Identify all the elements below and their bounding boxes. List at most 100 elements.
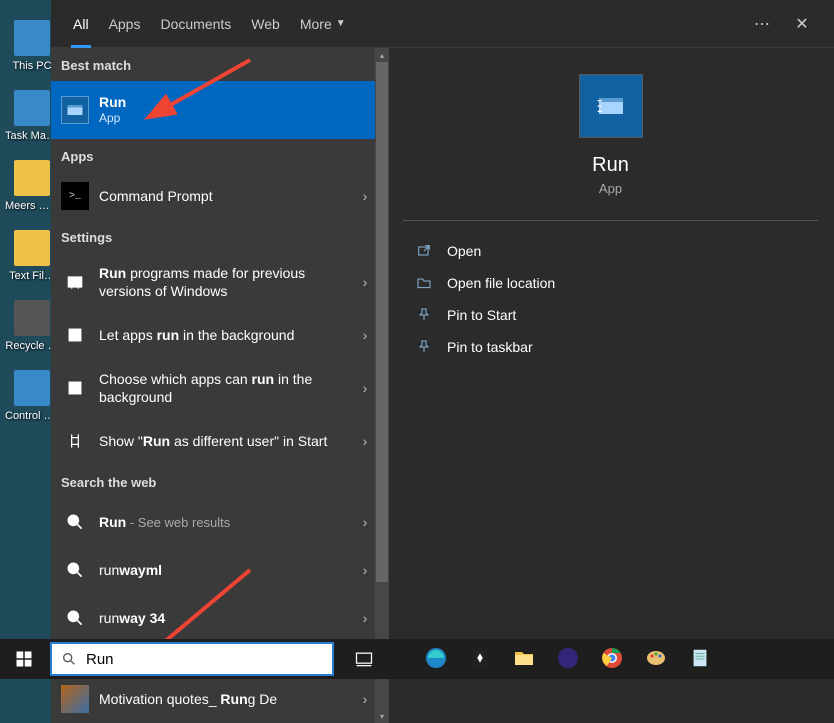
action-label: Pin to taskbar	[447, 339, 533, 355]
result-label: Command Prompt	[99, 187, 353, 205]
search-panel: All Apps Documents Web More ▼ ⋯ ✕ Best ma…	[51, 0, 834, 639]
taskbar-app-solitaire[interactable]	[458, 639, 502, 679]
result-photo[interactable]: Motivation quotes_ Rung De ›	[51, 675, 387, 723]
search-icon	[52, 651, 86, 667]
control-panel-icon	[14, 370, 50, 406]
result-setting[interactable]: Let apps run in the background ›	[51, 311, 387, 359]
scroll-down-icon[interactable]: ▾	[375, 709, 389, 723]
result-web[interactable]: runway 34 ›	[51, 594, 387, 642]
action-pin-to-start[interactable]: Pin to Start	[403, 299, 818, 331]
search-main: Best match Run App Apps >_ Command Promp…	[51, 48, 834, 723]
pin-icon	[411, 307, 437, 323]
chevron-right-icon: ›	[353, 562, 377, 578]
photo-thumbnail-icon	[61, 685, 89, 713]
search-icon	[61, 556, 89, 584]
run-app-icon	[61, 96, 89, 124]
result-label: runway 34	[99, 609, 353, 627]
desktop-icon-this-pc[interactable]: This PC	[8, 20, 56, 72]
taskbar-search[interactable]	[50, 642, 334, 676]
result-title: Run	[99, 94, 126, 110]
action-open[interactable]: Open	[403, 235, 818, 267]
action-open-file-location[interactable]: Open file location	[403, 267, 818, 299]
pin-icon	[411, 339, 437, 355]
settings-item-icon	[61, 374, 89, 402]
tab-label: Documents	[160, 16, 231, 32]
desktop-icon-folder[interactable]: Meers W…	[8, 160, 56, 212]
desktop-icon-recycle-bin[interactable]: Recycle …	[8, 300, 56, 352]
search-tabs: All Apps Documents Web More ▼ ⋯ ✕	[51, 0, 834, 48]
task-manager-icon	[14, 90, 50, 126]
chevron-right-icon: ›	[353, 380, 377, 396]
task-view-button[interactable]	[342, 639, 386, 679]
tab-apps[interactable]: Apps	[99, 0, 151, 48]
section-best-match: Best match	[51, 48, 387, 81]
scrollbar-thumb[interactable]	[376, 62, 388, 582]
desktop-icon-control-panel[interactable]: Control Pane…	[8, 370, 56, 422]
start-button[interactable]	[0, 639, 48, 679]
result-label: Show "Run as different user" in Start	[99, 432, 353, 450]
result-label: Run - See web results	[99, 513, 353, 532]
chevron-right-icon: ›	[353, 514, 377, 530]
folder-icon	[411, 275, 437, 291]
tab-more[interactable]: More ▼	[290, 0, 356, 48]
tab-label: All	[73, 16, 89, 32]
chevron-right-icon: ›	[353, 691, 377, 707]
command-prompt-icon: >_	[61, 182, 89, 210]
action-label: Pin to Start	[447, 307, 516, 323]
divider	[403, 220, 818, 221]
run-app-icon-large	[579, 74, 643, 138]
desktop-icons: This PC Task Manager Meers W… Text Fil… …	[0, 0, 56, 423]
action-label: Open	[447, 243, 481, 259]
result-command-prompt[interactable]: >_ Command Prompt ›	[51, 172, 387, 220]
settings-item-icon	[61, 268, 89, 296]
search-icon	[61, 508, 89, 536]
open-icon	[411, 243, 437, 259]
taskbar-app-chrome[interactable]	[590, 639, 634, 679]
desktop-icon-folder[interactable]: Text Fil…	[8, 230, 56, 282]
tab-label: Apps	[109, 16, 141, 32]
result-label: Let apps run in the background	[99, 326, 353, 344]
folder-icon	[14, 230, 50, 266]
result-setting[interactable]: Run programs made for previous versions …	[51, 253, 387, 311]
search-input[interactable]	[86, 651, 332, 668]
details-subtitle: App	[599, 181, 622, 196]
result-setting[interactable]: Show "Run as different user" in Start ›	[51, 417, 387, 465]
section-apps: Apps	[51, 139, 387, 172]
chevron-right-icon: ›	[353, 327, 377, 343]
details-title: Run	[592, 154, 629, 177]
chevron-right-icon: ›	[353, 433, 377, 449]
result-web[interactable]: Run - See web results ›	[51, 498, 387, 546]
result-setting[interactable]: Choose which apps can run in the backgro…	[51, 359, 387, 417]
chevron-right-icon: ›	[353, 610, 377, 626]
folder-icon	[14, 160, 50, 196]
desktop-icon-task-manager[interactable]: Task Manager	[8, 90, 56, 142]
taskbar-app-edge[interactable]	[414, 639, 458, 679]
taskbar-app-notepad[interactable]	[678, 639, 722, 679]
action-pin-to-taskbar[interactable]: Pin to taskbar	[403, 331, 818, 363]
result-subtitle: App	[99, 111, 377, 127]
tab-label: More	[300, 16, 332, 32]
taskbar-app-paint[interactable]	[634, 639, 678, 679]
more-options-button[interactable]: ⋯	[742, 4, 782, 44]
details-hero: Run App	[403, 64, 818, 220]
taskbar-app-firefox[interactable]	[546, 639, 590, 679]
pc-icon	[14, 20, 50, 56]
results-scrollbar[interactable]: ▴ ▾	[375, 48, 389, 723]
tab-web[interactable]: Web	[241, 0, 290, 48]
settings-item-icon	[61, 321, 89, 349]
settings-item-icon	[61, 427, 89, 455]
search-icon	[61, 604, 89, 632]
result-label: Motivation quotes_ Rung De	[99, 690, 353, 708]
tab-documents[interactable]: Documents	[150, 0, 241, 48]
chevron-right-icon: ›	[353, 188, 377, 204]
action-label: Open file location	[447, 275, 555, 291]
tab-all[interactable]: All	[63, 0, 99, 48]
chevron-down-icon: ▼	[336, 18, 346, 29]
result-best-match[interactable]: Run App	[51, 81, 387, 139]
scroll-up-icon[interactable]: ▴	[375, 48, 389, 62]
close-button[interactable]: ✕	[782, 4, 822, 44]
result-web[interactable]: runwayml ›	[51, 546, 387, 594]
taskbar-app-file-explorer[interactable]	[502, 639, 546, 679]
details-pane: Run App Open Open file location	[387, 48, 834, 723]
section-search-web: Search the web	[51, 465, 387, 498]
